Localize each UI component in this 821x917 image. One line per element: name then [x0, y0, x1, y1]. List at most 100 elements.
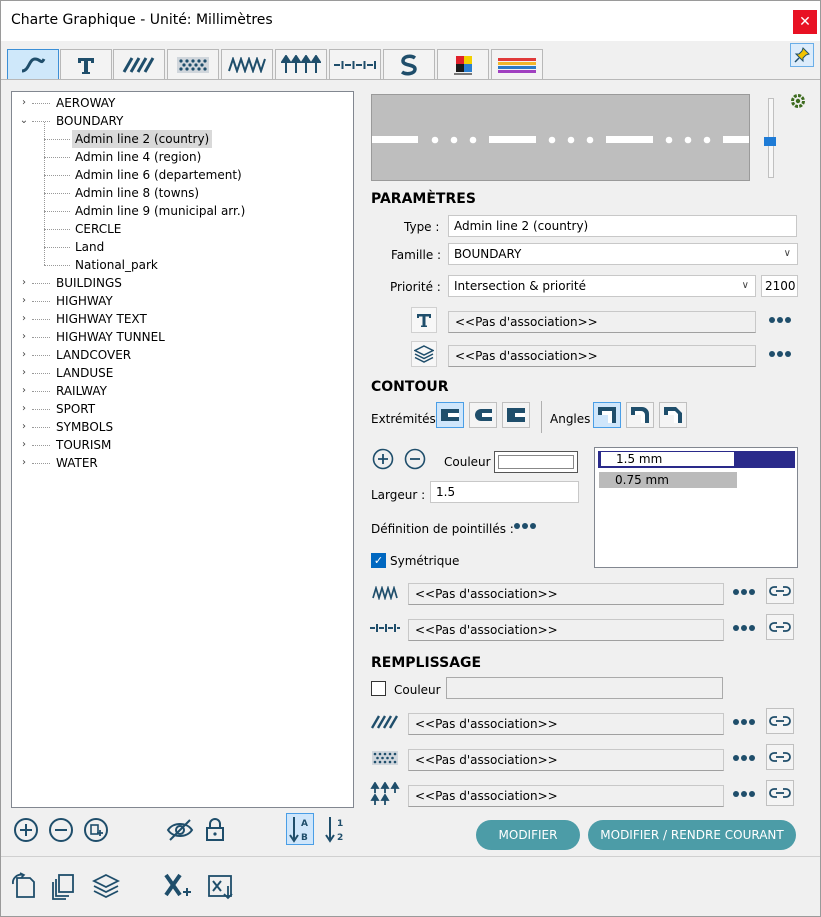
expand-chevron-icon[interactable]: › — [19, 421, 29, 432]
remplissage-couleur-checkbox[interactable] — [371, 681, 386, 696]
expand-chevron-icon[interactable]: › — [19, 277, 29, 288]
layers-button[interactable] — [91, 871, 121, 901]
remove-width-button[interactable] — [403, 447, 427, 471]
tree-item[interactable]: Admin line 9 (municipal arr.) — [75, 202, 245, 220]
tree-group[interactable]: TOURISM — [56, 436, 111, 454]
tree-item-selected[interactable]: Admin line 2 (country) — [72, 130, 213, 148]
zoom-slider-thumb[interactable] — [764, 137, 776, 146]
expand-chevron-icon[interactable]: › — [19, 97, 29, 108]
clear-styles-button[interactable] — [163, 871, 193, 901]
arrows-more-button[interactable] — [730, 781, 758, 807]
sort-numeric-button[interactable]: 12 — [322, 813, 350, 845]
dots-unlink-button[interactable] — [766, 744, 794, 770]
hatch-unlink-button[interactable] — [766, 708, 794, 734]
famille-select[interactable]: BOUNDARY ∨ — [448, 243, 798, 265]
tab-scurve[interactable] — [383, 49, 435, 79]
expand-chevron-icon[interactable]: › — [19, 439, 29, 450]
expand-chevron-icon[interactable]: › — [19, 403, 29, 414]
tree-group[interactable]: HIGHWAY TEXT — [56, 310, 147, 328]
arrows-unlink-button[interactable] — [766, 780, 794, 806]
tab-dashdot[interactable] — [329, 49, 381, 79]
cap-round-button[interactable] — [469, 402, 497, 428]
width-list-item[interactable]: 0.75 mm — [599, 472, 737, 488]
contour-color-swatch[interactable] — [494, 451, 578, 473]
add-style-button[interactable] — [12, 816, 40, 844]
tree-item[interactable]: Land — [75, 238, 104, 256]
modifier-rendre-courant-button[interactable]: MODIFIER / RENDRE COURANT — [588, 820, 796, 850]
tab-dots[interactable] — [167, 49, 219, 79]
tree-group[interactable]: LANDCOVER — [56, 346, 131, 364]
hatch-association-field[interactable]: <<Pas d'association>> — [408, 713, 724, 735]
zigzag-unlink-button[interactable] — [766, 578, 794, 604]
symetrique-checkbox[interactable]: ✓ — [371, 553, 386, 568]
cap-square-button[interactable] — [502, 402, 530, 428]
type-input[interactable]: Admin line 2 (country) — [448, 215, 797, 237]
join-round-button[interactable] — [626, 402, 654, 428]
largeur-input[interactable]: 1.5 — [430, 481, 579, 503]
style-tree[interactable]: › AEROWAY ⌄ BOUNDARY Admin line 2 (country) A… — [11, 91, 354, 808]
tree-group[interactable]: RAILWAY — [56, 382, 107, 400]
duplicate-style-button[interactable] — [82, 816, 110, 844]
tree-item[interactable]: Admin line 8 (towns) — [75, 184, 199, 202]
width-list[interactable]: 1.5 mm 0.75 mm — [594, 447, 798, 568]
text-association-button[interactable] — [411, 307, 437, 333]
close-button[interactable]: ✕ — [793, 10, 817, 34]
tab-arrows[interactable] — [275, 49, 327, 79]
tree-group[interactable]: SPORT — [56, 400, 95, 418]
tab-hatch[interactable] — [113, 49, 165, 79]
pin-button[interactable] — [790, 43, 814, 67]
remplissage-color-field[interactable] — [446, 677, 723, 699]
tab-palette[interactable] — [437, 49, 489, 79]
tree-group[interactable]: AEROWAY — [56, 94, 115, 112]
tab-lines[interactable] — [7, 49, 59, 79]
sort-alpha-button[interactable]: AB — [286, 813, 314, 845]
import-button[interactable] — [9, 871, 39, 901]
pointilles-more-button[interactable] — [511, 513, 539, 539]
tree-item[interactable]: Admin line 6 (departement) — [75, 166, 242, 184]
dashdot-more-button[interactable] — [730, 615, 758, 641]
tab-ramp[interactable] — [491, 49, 543, 79]
expand-chevron-icon[interactable]: › — [19, 385, 29, 396]
layer-association-button[interactable] — [411, 341, 437, 367]
zigzag-more-button[interactable] — [730, 579, 758, 605]
remove-style-button[interactable] — [47, 816, 75, 844]
tree-group[interactable]: BOUNDARY — [56, 112, 123, 130]
expand-chevron-icon[interactable]: › — [19, 367, 29, 378]
tree-group[interactable]: HIGHWAY TUNNEL — [56, 328, 165, 346]
export-excel-button[interactable] — [205, 871, 237, 901]
tree-item[interactable]: Admin line 4 (region) — [75, 148, 201, 166]
priorite-select[interactable]: Intersection & priorité ∨ — [448, 275, 756, 297]
text-association-more-button[interactable] — [766, 307, 794, 333]
tree-item[interactable]: CERCLE — [75, 220, 121, 238]
expand-chevron-icon[interactable]: › — [19, 295, 29, 306]
layer-association-field[interactable]: <<Pas d'association>> — [448, 345, 756, 367]
layer-association-more-button[interactable] — [766, 341, 794, 367]
expand-chevron-icon[interactable]: › — [19, 313, 29, 324]
priorite-number[interactable]: 2100 — [761, 275, 798, 297]
copy-button[interactable] — [49, 871, 79, 901]
tree-group[interactable]: HIGHWAY — [56, 292, 113, 310]
tab-zigzag[interactable] — [221, 49, 273, 79]
tree-group[interactable]: SYMBOLS — [56, 418, 113, 436]
expand-chevron-icon[interactable]: › — [19, 331, 29, 342]
expand-chevron-icon[interactable]: › — [19, 349, 29, 360]
lock-button[interactable] — [201, 816, 229, 844]
cap-flat-button[interactable] — [436, 402, 464, 428]
collapse-chevron-icon[interactable]: ⌄ — [19, 115, 29, 126]
preview-settings-button[interactable] — [788, 91, 808, 111]
join-miter-button[interactable] — [593, 402, 621, 428]
modifier-button[interactable]: MODIFIER — [476, 820, 580, 850]
dots-association-field[interactable]: <<Pas d'association>> — [408, 749, 724, 771]
visibility-toggle-button[interactable] — [166, 816, 194, 844]
zigzag-association-field[interactable]: <<Pas d'association>> — [408, 583, 724, 605]
dots-more-button[interactable] — [730, 745, 758, 771]
arrows-association-field[interactable]: <<Pas d'association>> — [408, 785, 724, 807]
dashdot-unlink-button[interactable] — [766, 614, 794, 640]
tab-text[interactable] — [60, 49, 112, 79]
tree-group[interactable]: BUILDINGS — [56, 274, 122, 292]
tree-item[interactable]: National_park — [75, 256, 158, 274]
expand-chevron-icon[interactable]: › — [19, 457, 29, 468]
dashdot-association-field[interactable]: <<Pas d'association>> — [408, 619, 724, 641]
tree-group[interactable]: LANDUSE — [56, 364, 113, 382]
join-bevel-button[interactable] — [659, 402, 687, 428]
